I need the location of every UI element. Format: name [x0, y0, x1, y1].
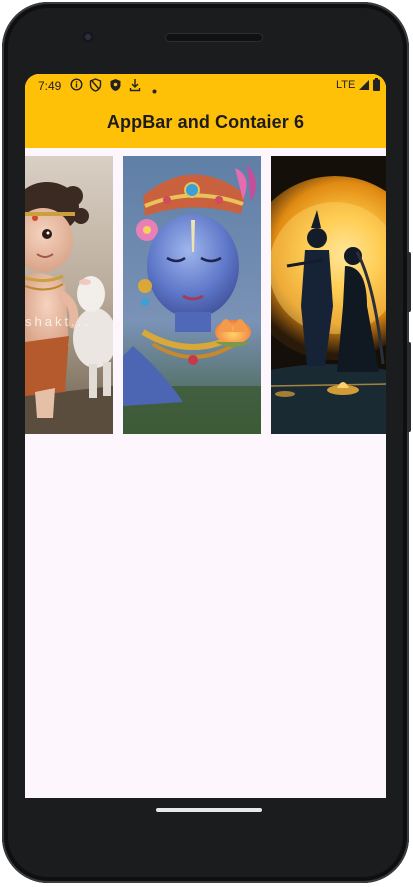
status-time: 7:49 [38, 79, 62, 93]
image-list[interactable]: shakt... [25, 156, 386, 434]
image-card-krishna-portrait[interactable] [123, 156, 261, 434]
dot-icon [152, 83, 157, 97]
status-bar: 7:49 LTE [25, 74, 386, 98]
image-card-radha-krishna[interactable] [271, 156, 386, 434]
app-bar: AppBar and Contaier 6 [25, 98, 386, 148]
front-camera [82, 31, 94, 43]
power-button [407, 252, 411, 312]
gesture-nav-handle[interactable] [156, 808, 262, 812]
shield-icon [89, 78, 102, 95]
network-type: LTE [336, 79, 356, 91]
volume-button [407, 342, 411, 432]
signal-icon [358, 79, 370, 94]
screen: 7:49 LTE AppBar and Contaier 6 shakt... [25, 74, 386, 798]
info-icon [70, 78, 83, 94]
image-card-child-krishna[interactable]: shakt... [25, 156, 113, 434]
shield-filled-icon [109, 78, 122, 95]
device-frame: 7:49 LTE AppBar and Contaier 6 shakt... [2, 2, 411, 883]
battery-icon [373, 78, 380, 94]
watermark-text: shakt... [25, 314, 91, 329]
download-icon [129, 78, 141, 95]
app-bar-title: AppBar and Contaier 6 [106, 112, 305, 132]
earpiece-speaker [165, 33, 263, 42]
